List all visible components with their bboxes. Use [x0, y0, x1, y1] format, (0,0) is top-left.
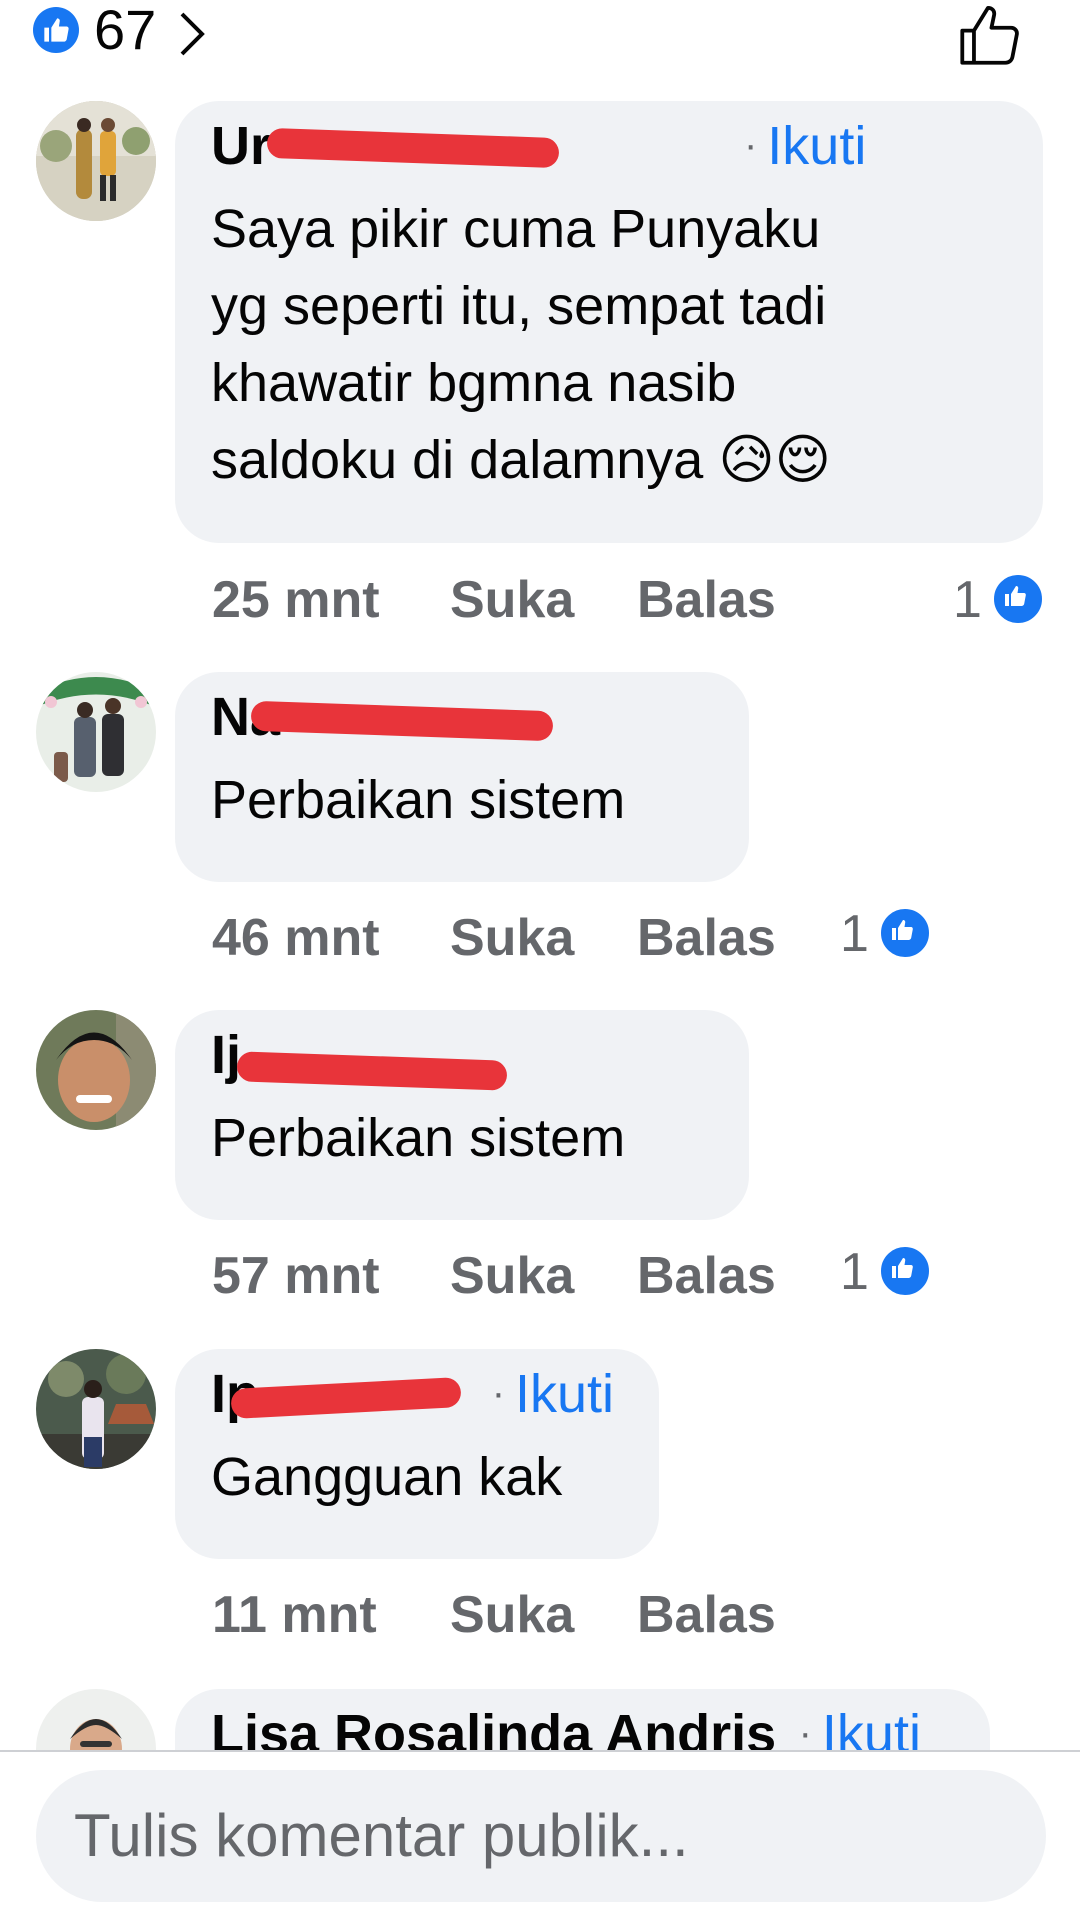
follow-link[interactable]: Ikuti	[515, 1364, 614, 1424]
comment-author-row: Urxxxxxxxxxxxxxxx ·Ikuti	[211, 111, 866, 181]
avatar[interactable]	[36, 672, 156, 792]
like-count[interactable]: 67	[94, 0, 156, 60]
like-outline-icon[interactable]	[955, 0, 1025, 70]
reply-action[interactable]: Balas	[637, 1585, 776, 1645]
redaction-mark	[236, 1051, 508, 1091]
comment-author-row: Ipxxxxxxx ·Ikuti	[211, 1359, 614, 1429]
sad-tear-emoji: 😥	[718, 430, 775, 490]
reaction-number: 1	[840, 1243, 869, 1301]
comment-bubble[interactable]: Urxxxxxxxxxxxxxxx ·Ikuti Saya pikir cuma…	[175, 101, 1043, 543]
follow-link[interactable]: Ikuti	[767, 116, 866, 176]
comment-composer-bar: Tulis komentar publik...	[0, 1750, 1080, 1927]
like-action[interactable]: Suka	[450, 1246, 574, 1306]
like-action[interactable]: Suka	[450, 570, 574, 630]
like-reaction-icon	[878, 906, 932, 960]
comment-author-row: Ijxxxxxxx	[211, 1020, 508, 1091]
reaction-number: 1	[840, 905, 869, 963]
comment-text-line: Perbaikan sistem	[211, 1108, 626, 1168]
comment-time: 46 mnt	[212, 909, 380, 967]
separator-dot: ·	[491, 1371, 506, 1415]
comment-time: 25 mnt	[212, 571, 380, 629]
avatar[interactable]	[36, 1010, 156, 1130]
reactions-summary-bar[interactable]: 67	[0, 0, 1080, 80]
avatar[interactable]	[36, 101, 156, 221]
comment-text-content: saldoku di dalamnya	[211, 430, 704, 490]
like-reaction-icon	[878, 1244, 932, 1298]
like-action[interactable]: Suka	[450, 908, 574, 968]
comment-input[interactable]: Tulis komentar publik...	[36, 1770, 1046, 1902]
comment-bubble[interactable]: Ipxxxxxxx ·Ikuti Gangguan kak	[175, 1349, 659, 1559]
redaction-mark	[230, 1377, 462, 1419]
comment-author-name[interactable]: Ij	[211, 1025, 241, 1085]
separator-dot: ·	[743, 123, 758, 167]
reaction-number: 1	[953, 571, 982, 629]
comment-bubble[interactable]: Naxxxxxxxxxxxx Perbaikan sistem	[175, 672, 749, 882]
redaction-mark	[250, 700, 554, 742]
reply-action[interactable]: Balas	[637, 570, 776, 630]
comment-author-row: Naxxxxxxxxxxxx	[211, 682, 640, 752]
comment-time: 57 mnt	[212, 1247, 380, 1305]
redaction-mark	[266, 127, 560, 169]
like-reaction-icon	[33, 7, 79, 53]
avatar[interactable]	[36, 1349, 156, 1469]
comment-author-name[interactable]: Ur	[211, 116, 271, 176]
chevron-right-icon[interactable]	[178, 10, 206, 58]
comment-time: 11 mnt	[212, 1586, 377, 1644]
comment-text-line: yg seperti itu, sempat tadi	[211, 276, 827, 336]
comment-text-line: Perbaikan sistem	[211, 770, 626, 830]
separator-dot: ·	[798, 1711, 812, 1755]
comment-bubble[interactable]: Ijxxxxxxx Perbaikan sistem	[175, 1010, 749, 1220]
comment-text-line: Saya pikir cuma Punyaku	[211, 199, 821, 259]
like-action[interactable]: Suka	[450, 1585, 574, 1645]
comment-text-line: Gangguan kak	[211, 1447, 563, 1507]
comment-text-line: saldoku di dalamnya 😥😌	[211, 422, 831, 499]
reply-action[interactable]: Balas	[637, 1246, 776, 1306]
reply-action[interactable]: Balas	[637, 908, 776, 968]
comment-text-line: khawatir bgmna nasib	[211, 353, 737, 413]
relieved-emoji: 😌	[774, 430, 831, 490]
like-reaction-icon	[991, 572, 1045, 626]
